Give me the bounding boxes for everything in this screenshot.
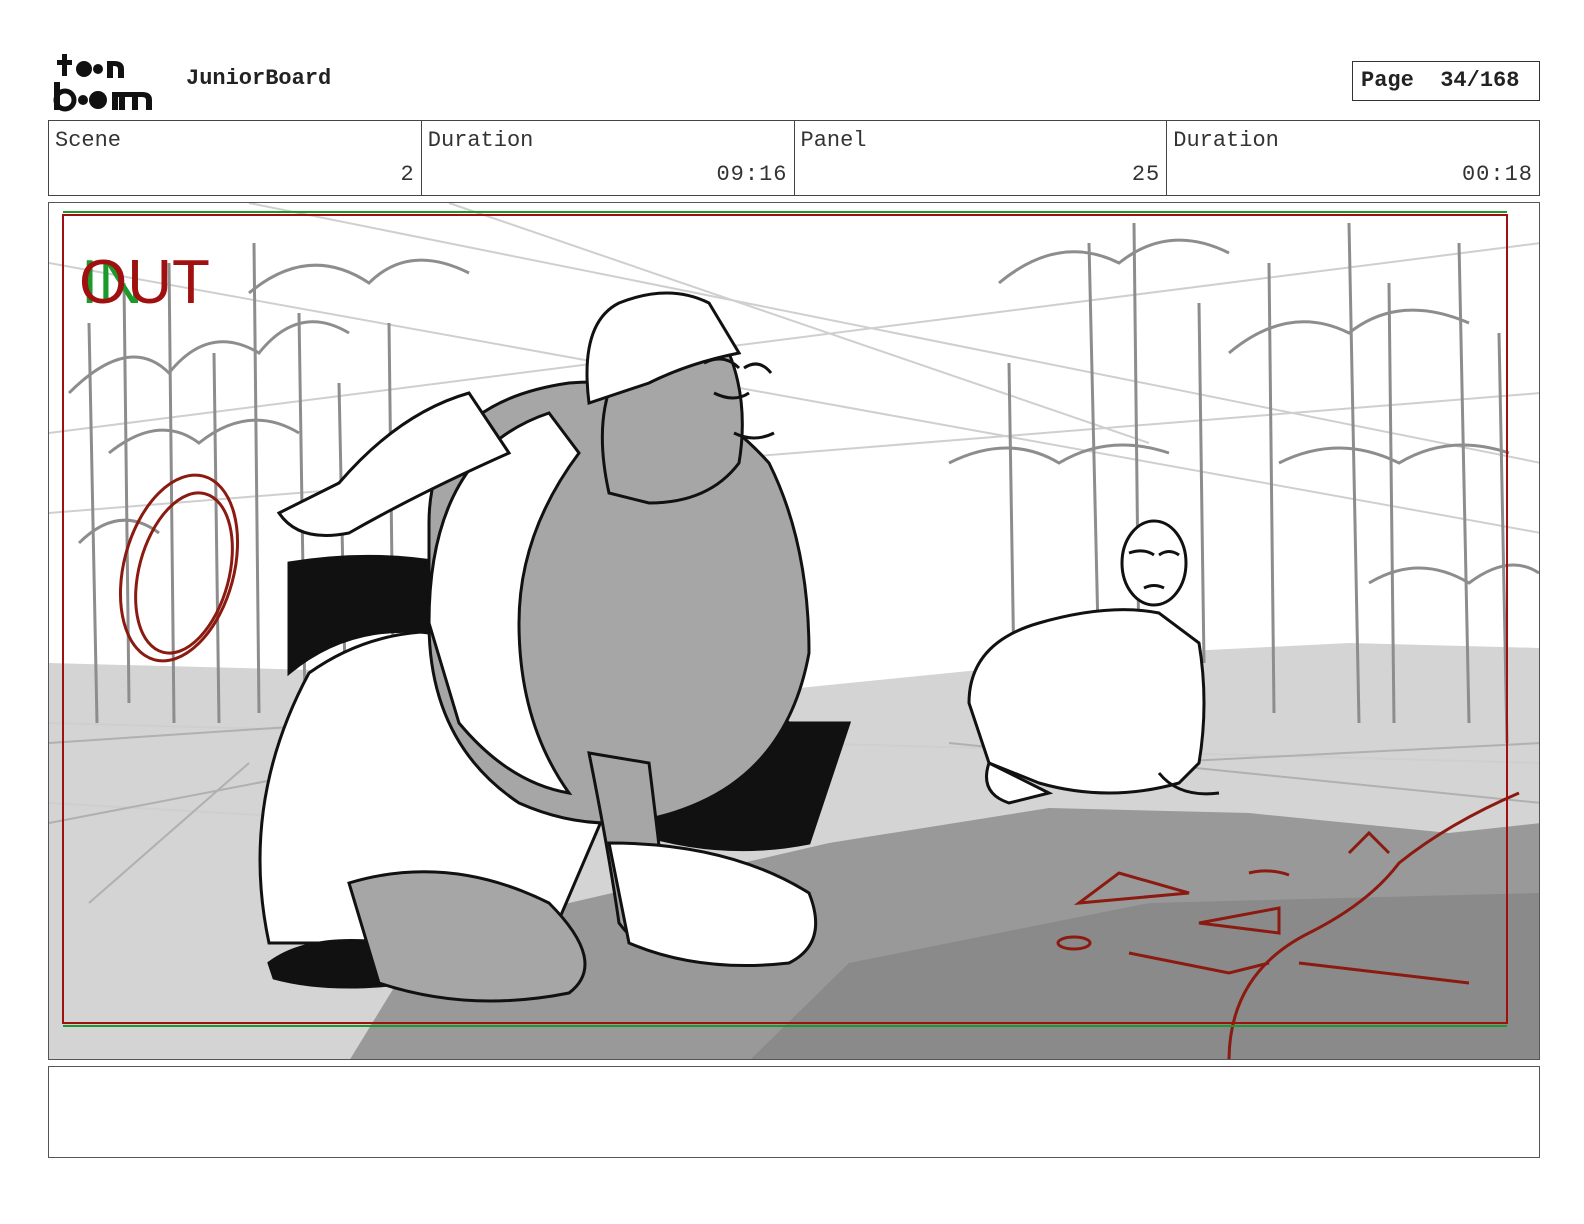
panel-sketch: IN OUT [49, 203, 1539, 1059]
scene-label: Scene [55, 128, 122, 153]
scene-cell: Scene 2 [49, 121, 422, 195]
page-number: 34/168 [1440, 68, 1520, 93]
scene-duration-label: Duration [427, 128, 534, 153]
scene-number: 2 [400, 162, 415, 187]
toonboom-logo [53, 54, 152, 112]
storyboard-panel: IN OUT [48, 202, 1540, 1060]
app-title: JuniorBoard [186, 66, 332, 91]
panel-cell: Panel 25 [795, 121, 1168, 195]
panel-label: Panel [800, 128, 867, 153]
panel-notes-box [48, 1066, 1540, 1158]
panel-duration-cell: Duration 00:18 [1167, 121, 1539, 195]
panel-duration-label: Duration [1173, 128, 1279, 153]
panel-duration-value: 00:18 [1461, 162, 1533, 187]
page-indicator: Page 34/168 [1352, 61, 1540, 101]
scene-duration-value: 09:16 [716, 162, 788, 187]
scene-info-table: Scene 2 Duration 09:16 Panel 25 Duration… [48, 120, 1540, 196]
out-marker: OUT [79, 248, 210, 317]
page-label: Page [1361, 68, 1414, 93]
panel-number: 25 [1131, 162, 1161, 187]
scene-duration-cell: Duration 09:16 [422, 121, 795, 195]
